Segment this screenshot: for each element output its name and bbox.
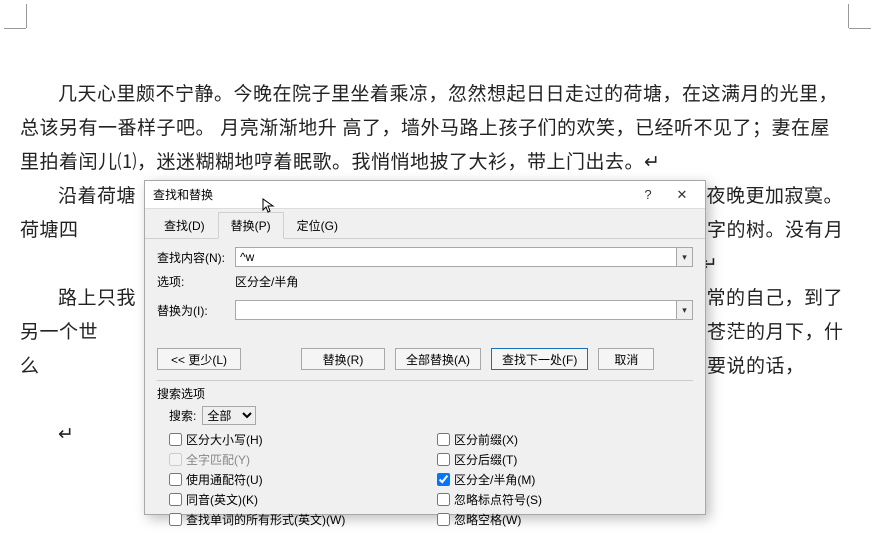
- checkbox-input[interactable]: [437, 473, 450, 486]
- replace-all-button[interactable]: 全部替换(A): [395, 348, 481, 370]
- checkbox-option[interactable]: 查找单词的所有形式(英文)(W): [169, 511, 437, 528]
- checkbox-input: [169, 453, 182, 466]
- checkbox-label: 忽略空格(W): [454, 511, 521, 528]
- checkbox-label: 区分后缀(T): [454, 451, 517, 468]
- help-button[interactable]: ?: [631, 184, 665, 206]
- checkbox-label: 使用通配符(U): [186, 471, 263, 488]
- search-options-group: 搜索选项 搜索: 全部 区分大小写(H) 全字匹配(Y) 使用通配符(U) 同音(英文…: [157, 380, 693, 528]
- checkbox-label: 区分前缀(X): [454, 431, 518, 448]
- options-value: 区分全/半角: [235, 273, 298, 290]
- replace-button[interactable]: 替换(R): [301, 348, 385, 370]
- find-what-label: 查找内容(N):: [157, 249, 235, 266]
- tab-find[interactable]: 查找(D): [151, 212, 218, 239]
- dialog-titlebar[interactable]: 查找和替换 ? ✕: [145, 181, 705, 209]
- checkbox-input[interactable]: [437, 493, 450, 506]
- replace-with-label: 替换为(I):: [157, 302, 235, 319]
- search-direction-select[interactable]: 全部: [202, 406, 256, 425]
- less-button[interactable]: << 更少(L): [157, 348, 241, 370]
- checkbox-option: 全字匹配(Y): [169, 451, 437, 468]
- checkbox-input[interactable]: [169, 493, 182, 506]
- help-icon: ?: [644, 187, 651, 202]
- checkbox-option[interactable]: 使用通配符(U): [169, 471, 437, 488]
- checkbox-option[interactable]: 区分前缀(X): [437, 431, 693, 448]
- checkbox-input[interactable]: [437, 453, 450, 466]
- dialog-body: 查找内容(N): ▾ 选项: 区分全/半角 替换为(I): ▾ << 更少(L)…: [145, 239, 705, 536]
- checkbox-option[interactable]: 区分全/半角(M): [437, 471, 693, 488]
- checkbox-label: 区分全/半角(M): [454, 471, 535, 488]
- text: 几天心里颇不宁静。今晚在院子里坐着乘凉，忽然想起日日走过的荷塘，在这满月的光里，…: [20, 84, 838, 173]
- checkbox-option[interactable]: 忽略空格(W): [437, 511, 693, 528]
- text: 路上只我: [58, 288, 136, 309]
- checkbox-option[interactable]: 同音(英文)(K): [169, 491, 437, 508]
- search-direction-label: 搜索:: [169, 407, 196, 424]
- dropdown-icon[interactable]: ▾: [676, 301, 692, 319]
- checkbox-label: 同音(英文)(K): [186, 491, 258, 508]
- checkbox-option[interactable]: 区分后缀(T): [437, 451, 693, 468]
- checkbox-option[interactable]: 区分大小写(H): [169, 431, 437, 448]
- dialog-tabs: 查找(D) 替换(P) 定位(G): [145, 209, 705, 239]
- paragraph[interactable]: 几天心里颇不宁静。今晚在院子里坐着乘凉，忽然想起日日走过的荷塘，在这满月的光里，…: [20, 78, 845, 180]
- checkbox-label: 区分大小写(H): [186, 431, 263, 448]
- button-row: << 更少(L) 替换(R) 全部替换(A) 查找下一处(F) 取消: [157, 348, 693, 370]
- dialog-title: 查找和替换: [153, 186, 631, 203]
- dropdown-icon[interactable]: ▾: [676, 248, 692, 266]
- text: 沿着荷塘: [58, 186, 136, 207]
- tab-goto[interactable]: 定位(G): [284, 212, 351, 239]
- checkbox-label: 查找单词的所有形式(英文)(W): [186, 511, 345, 528]
- checkbox-input[interactable]: [169, 473, 182, 486]
- checkbox-option[interactable]: 忽略标点符号(S): [437, 491, 693, 508]
- cancel-button[interactable]: 取消: [598, 348, 654, 370]
- checkbox-label: 忽略标点符号(S): [454, 491, 542, 508]
- search-options-header: 搜索选项: [157, 385, 693, 402]
- find-replace-dialog: 查找和替换 ? ✕ 查找(D) 替换(P) 定位(G) 查找内容(N): ▾ 选…: [144, 180, 706, 515]
- checkbox-input[interactable]: [169, 433, 182, 446]
- close-button[interactable]: ✕: [665, 184, 699, 206]
- options-label: 选项:: [157, 273, 235, 290]
- replace-with-input[interactable]: [236, 301, 676, 319]
- text: ↵: [58, 424, 74, 445]
- find-what-combo[interactable]: ▾: [235, 247, 693, 267]
- close-icon: ✕: [677, 187, 688, 203]
- tab-replace[interactable]: 替换(P): [218, 212, 284, 239]
- find-what-input[interactable]: [236, 248, 676, 266]
- replace-with-combo[interactable]: ▾: [235, 300, 693, 320]
- checkbox-input[interactable]: [437, 433, 450, 446]
- checkbox-label: 全字匹配(Y): [186, 451, 250, 468]
- find-next-button[interactable]: 查找下一处(F): [491, 348, 588, 370]
